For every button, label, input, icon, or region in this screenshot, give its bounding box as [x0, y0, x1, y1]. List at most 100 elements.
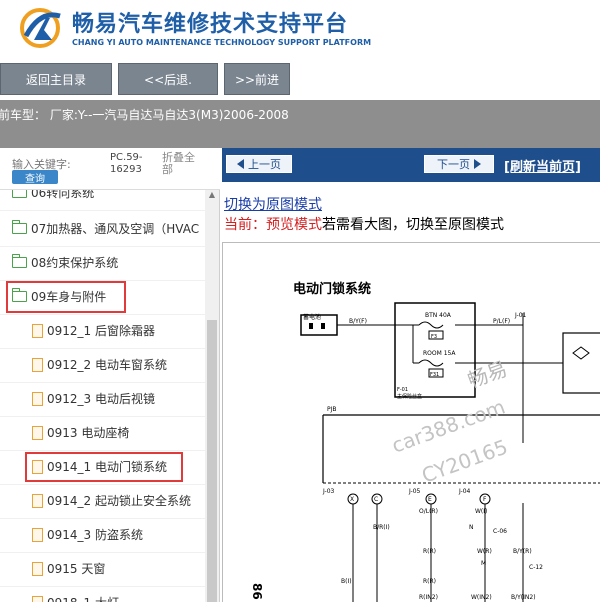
wire-m: M	[481, 560, 486, 567]
wire-r-r2: R(R)	[423, 578, 436, 585]
wire-br-i: B/R(I)	[373, 524, 390, 531]
tree-item-0913[interactable]: 0913 电动座椅	[32, 416, 129, 449]
keyword-input[interactable]: PC.59-16293	[110, 152, 160, 176]
chapter-tree: 06转向系统 07加热器、通风及空调（HVAC 08约束保护系统 09车身与附件…	[0, 190, 205, 602]
site-header: 畅易汽车维修技术支持平台 CHANG YI AUTO MAINTENANCE T…	[0, 0, 600, 60]
battery-label: 蓄电池	[303, 313, 321, 321]
tree-item-label: 08约束保护系统	[31, 256, 119, 270]
search-box: 输入关键字: 查询 PC.59-16293 折叠全部	[0, 148, 220, 190]
page-number: 86	[250, 583, 264, 600]
tree-item-0918-1[interactable]: 0918_1 大灯	[32, 586, 119, 602]
tree-item-0914-3[interactable]: 0914_3 防盗系统	[32, 518, 143, 551]
diagram-title: 电动门锁系统	[293, 281, 371, 297]
current-mode: 预览模式	[266, 217, 322, 233]
folder-icon	[11, 220, 27, 234]
pin-c: C	[374, 496, 378, 503]
tree-item-06[interactable]: 06转向系统	[12, 190, 94, 209]
watermark-text-1: 畅易	[465, 356, 511, 392]
connector-c06: C-06	[493, 528, 507, 535]
forward-button[interactable]: >>前进	[224, 63, 290, 95]
wire-w-r: W(R)	[477, 548, 492, 555]
cy-logo-icon	[20, 8, 61, 48]
toolbar: 返回主目录 <<后退. >>前进	[0, 60, 600, 100]
wire-r-r: R(R)	[423, 548, 436, 555]
box-id: F-01	[397, 387, 408, 393]
connector-j05: J-05	[408, 488, 421, 495]
tree-item-0912-3[interactable]: 0912_3 电动后视镜	[32, 382, 155, 415]
arrow-right-icon	[474, 159, 481, 169]
selection-highlight-item	[25, 452, 183, 482]
switch-mode-link[interactable]: 切换为原图模式	[224, 194, 322, 214]
vehicle-info: 当前车型： 厂家:Y--一汽马自达马自达3(M3)2006-2008	[0, 108, 289, 122]
sidebar-scrollbar[interactable]: ▲	[205, 190, 219, 602]
prev-page-button[interactable]: 上一页	[226, 155, 292, 173]
arrow-left-icon	[237, 159, 244, 169]
pin-f: F	[483, 496, 487, 503]
box-label: 主保险丝盒	[397, 393, 422, 400]
next-page-button[interactable]: 下一页	[424, 155, 494, 173]
wiring-diagram: 电动门锁系统 蓄电池 B/Y(F) BTN 40A F3 ROOM 15A F3…	[222, 242, 600, 602]
connector-c12: C-12	[529, 564, 543, 571]
fold-all-button[interactable]: 折叠全部	[162, 152, 202, 176]
wiring-diagram-svg: 电动门锁系统 蓄电池 B/Y(F) BTN 40A F3 ROOM 15A F3…	[250, 281, 600, 602]
page-nav-bar: 上一页 下一页 [刷新当前页]	[222, 148, 600, 182]
main-content: 上一页 下一页 [刷新当前页] 切换为原图模式 当前：预览模式若需看大图，切换至…	[222, 148, 600, 602]
tree-item-08[interactable]: 08约束保护系统	[11, 246, 119, 279]
scrollbar-thumb[interactable]	[207, 320, 217, 602]
tree-item-label: 0915 天窗	[47, 562, 106, 576]
refresh-link[interactable]: [刷新当前页]	[504, 156, 581, 175]
tree-item-07[interactable]: 07加热器、通风及空调（HVAC	[11, 212, 200, 245]
tree-item-0914-2[interactable]: 0914_2 起动锁止安全系统	[32, 484, 191, 517]
current-prefix: 当前：	[224, 217, 266, 233]
fuse2-id: F31	[430, 372, 439, 378]
fuse1-id: F3	[431, 334, 437, 340]
tree-item-label: 0914_3 防盗系统	[47, 528, 143, 542]
wire-byin2: B/Y(IN2)	[511, 594, 536, 601]
connector-j04: J-04	[458, 488, 471, 495]
wire-wi: W(I)	[475, 508, 487, 515]
tree-item-0912-2[interactable]: 0912_2 电动车窗系统	[32, 348, 167, 381]
wire-rin2: R(IN2)	[419, 594, 438, 601]
pin-x: X	[350, 496, 354, 503]
wire-olr: O/L(R)	[419, 508, 438, 515]
connector-j03: J-03	[322, 488, 335, 495]
tree-item-label: 0918_1 大灯	[47, 594, 119, 602]
tree-item-label: 0912_1 后窗除霜器	[47, 324, 155, 338]
folder-icon	[11, 254, 27, 268]
vehicle-info-bar: 当前车型： 厂家:Y--一汽马自达马自达3(M3)2006-2008	[0, 100, 600, 148]
wire-win2: W(IN2)	[471, 594, 492, 601]
tree-item-label: 07加热器、通风及空调（HVAC	[31, 222, 200, 236]
document-icon	[32, 527, 43, 542]
wire-n: N	[469, 524, 474, 531]
document-icon	[32, 357, 43, 372]
site-subtitle: CHANG YI AUTO MAINTENANCE TECHNOLOGY SUP…	[72, 38, 372, 47]
tree-item-label: 06转向系统	[31, 190, 95, 200]
home-button[interactable]: 返回主目录	[0, 63, 112, 95]
fuse1-label: BTN 40A	[425, 312, 452, 319]
fuse2-label: ROOM 15A	[423, 350, 456, 357]
document-icon	[32, 493, 43, 508]
wire-by-r: B/Y(R)	[513, 548, 532, 555]
current-mode-line: 当前：预览模式若需看大图，切换至原图模式	[224, 214, 504, 234]
tree-item-label: 0913 电动座椅	[47, 426, 130, 440]
tree-item-0912-1[interactable]: 0912_1 后窗除霜器	[32, 314, 155, 347]
pjb-label: PJB	[327, 406, 337, 413]
search-button[interactable]: 查询	[12, 170, 58, 185]
tree-item-label: 0912_2 电动车窗系统	[47, 358, 167, 372]
pin-e: E	[428, 496, 432, 503]
tree-item-0915[interactable]: 0915 天窗	[32, 552, 105, 585]
back-button[interactable]: <<后退.	[118, 63, 218, 95]
selection-highlight-chapter	[6, 281, 126, 313]
connector-j01: J-01	[514, 312, 527, 319]
prev-page-label: 上一页	[248, 158, 281, 171]
folder-icon	[12, 190, 27, 198]
document-icon	[32, 391, 43, 406]
current-hint: 若需看大图，切换至原图模式	[322, 217, 504, 233]
scroll-up-arrow-icon[interactable]: ▲	[207, 190, 217, 202]
sidebar: 输入关键字: 查询 PC.59-16293 折叠全部 06转向系统 07加热器、…	[0, 148, 220, 602]
document-icon	[32, 425, 43, 440]
document-icon	[32, 561, 43, 576]
wire-pl-f: P/L(F)	[493, 318, 510, 325]
document-icon	[32, 323, 43, 338]
next-page-label: 下一页	[437, 158, 470, 171]
